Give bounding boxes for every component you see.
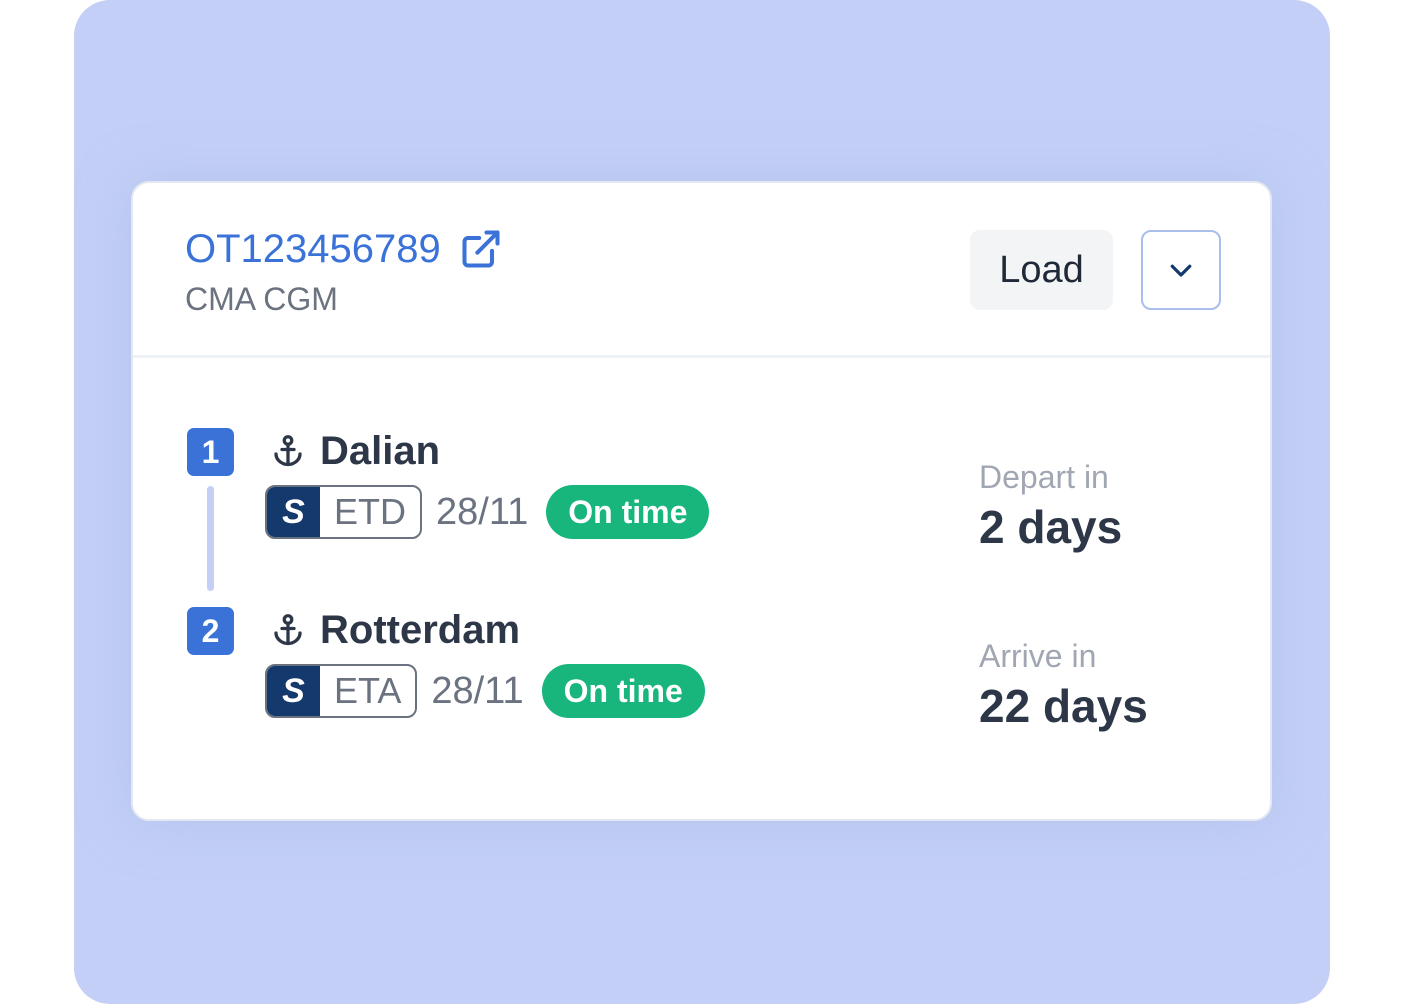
- expand-dropdown-button[interactable]: [1141, 230, 1221, 310]
- shipment-type-badge: Load: [970, 230, 1113, 310]
- route-timeline: 1 Dalian S ETD 28/11 On time Depart in 2…: [133, 358, 1270, 821]
- stop-number: 2: [187, 607, 234, 655]
- event-row: S ETA 28/11 On time: [265, 664, 705, 718]
- external-link-icon: [462, 230, 500, 268]
- stop-port: Rotterdam: [270, 606, 520, 654]
- event-date: 28/11: [436, 491, 529, 533]
- event-tag: S ETA: [265, 664, 418, 718]
- status-badge: On time: [546, 485, 710, 539]
- port-name: Dalian: [320, 429, 441, 473]
- countdown-label: Arrive in: [979, 638, 1097, 674]
- chevron-down-icon: [1170, 264, 1192, 277]
- anchor-icon: [274, 614, 302, 646]
- stop-number: 1: [187, 428, 234, 476]
- event-tag: S ETD: [265, 485, 422, 539]
- event-date: 28/11: [431, 670, 524, 712]
- stop-port: Dalian: [270, 427, 440, 475]
- card-header: OT123456789 CMA CGM Load: [133, 183, 1270, 358]
- port-name: Rotterdam: [320, 608, 521, 652]
- anchor-icon: [274, 435, 302, 467]
- event-type: ETA: [334, 670, 402, 711]
- countdown-value: 2 days: [979, 501, 1123, 553]
- shipment-card: OT123456789 CMA CGM Load 1 Dalian S ETD …: [131, 181, 1272, 821]
- countdown-label: Depart in: [979, 459, 1109, 495]
- timeline-connector: [207, 486, 214, 591]
- event-type: ETD: [334, 491, 406, 532]
- status-badge: On time: [541, 664, 705, 718]
- shipment-reference-link[interactable]: OT123456789: [185, 225, 503, 273]
- source-logo: S: [267, 666, 320, 716]
- countdown-value: 22 days: [979, 680, 1148, 732]
- carrier-name: CMA CGM: [185, 281, 338, 317]
- source-logo: S: [267, 487, 320, 537]
- event-row: S ETD 28/11 On time: [265, 485, 710, 539]
- shipment-reference: OT123456789: [185, 227, 441, 271]
